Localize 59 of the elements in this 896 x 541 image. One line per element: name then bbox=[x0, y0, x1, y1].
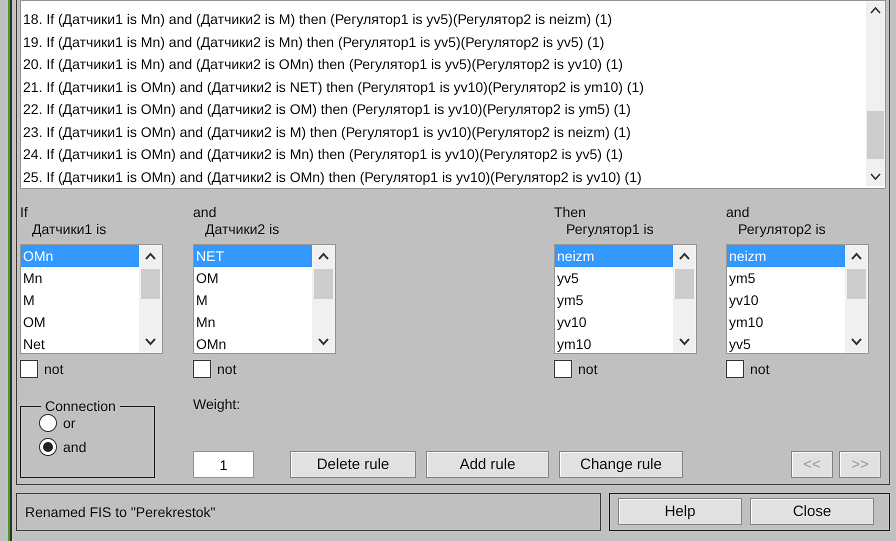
list-item[interactable]: ym5 bbox=[727, 267, 845, 289]
rule-button[interactable]: Add rule bbox=[426, 451, 549, 478]
list-item[interactable]: OMn bbox=[194, 333, 312, 353]
variable-label: Регулятор2 is bbox=[738, 221, 827, 238]
rule-row[interactable]: 20. If (Датчики1 is Mn) and (Датчики2 is OMn) then (Регулятор1 is yv5)(Регулятор2 is yv10) (1) bbox=[23, 53, 866, 76]
list-item[interactable]: OM bbox=[21, 311, 139, 333]
not-checkbox[interactable] bbox=[20, 360, 38, 378]
rule-row[interactable]: 23. If (Датчики1 is OMn) and (Датчики2 is M) then (Регулятор1 is yv10)(Регулятор2 is neizm) (1) bbox=[23, 120, 866, 143]
rule-row[interactable]: 21. If (Датчики1 is OMn) and (Датчики2 is NET) then (Регулятор1 is yv10)(Регулятор2 is ym10) (1) bbox=[23, 76, 866, 98]
column-header: Then bbox=[554, 204, 587, 221]
radio-button[interactable] bbox=[39, 438, 57, 456]
list-item[interactable]: yv10 bbox=[727, 289, 845, 311]
not-checkbox[interactable] bbox=[554, 360, 572, 378]
column-header: If bbox=[20, 204, 29, 221]
rules-list[interactable] bbox=[20, 0, 886, 189]
status-message: Renamed FIS to "Perekrestok" bbox=[16, 493, 601, 531]
scrollbar[interactable] bbox=[312, 245, 335, 353]
rule-row[interactable]: 25. If (Датчики1 is OMn) and (Датчики2 is OMn) then (Регулятор1 is yv10)(Регулятор2 is yv10) (1) bbox=[23, 166, 866, 188]
checkbox-label: not bbox=[44, 361, 64, 377]
scrollbar[interactable] bbox=[866, 1, 885, 186]
list-item[interactable]: yv10 bbox=[555, 311, 673, 333]
list-item[interactable]: Net bbox=[21, 333, 139, 353]
rule-row[interactable]: 18. If (Датчики1 is Mn) and (Датчики2 is M) then (Регулятор1 is yv5)(Регулятор2 is neizm) (1) bbox=[23, 8, 866, 30]
list-item[interactable]: M bbox=[21, 289, 139, 311]
column-header: and bbox=[193, 204, 218, 221]
footer-button[interactable]: Help bbox=[618, 498, 742, 525]
footer-button[interactable]: Close bbox=[750, 498, 874, 525]
variable-label: Регулятор1 is bbox=[566, 221, 655, 238]
rule-button[interactable]: Change rule bbox=[559, 451, 683, 478]
rule-row[interactable]: 22. If (Датчики1 is OMn) and (Датчики2 is OM) then (Регулятор1 is yv10)(Регулятор2 is ym5) (1) bbox=[23, 98, 866, 120]
radio-label: and bbox=[63, 439, 86, 455]
scrollbar[interactable] bbox=[139, 245, 162, 353]
list-item[interactable]: M bbox=[194, 289, 312, 311]
rule-row[interactable]: 19. If (Датчики1 is Mn) and (Датчики2 is Mn) then (Регулятор1 is yv5)(Регулятор2 is yv5) (1) bbox=[23, 30, 866, 53]
variable-label: Датчики1 is bbox=[32, 221, 108, 238]
rule-row[interactable]: 24. If (Датчики1 is OMn) and (Датчики2 is Mn) then (Регулятор1 is yv10)(Регулятор2 is yv5) (1) bbox=[23, 143, 866, 166]
list-item[interactable]: ym5 bbox=[555, 289, 673, 311]
scrollbar[interactable] bbox=[673, 245, 696, 353]
radio-label: or bbox=[63, 415, 76, 431]
checkbox-label: not bbox=[578, 361, 598, 377]
list-item[interactable]: OM bbox=[194, 267, 312, 289]
not-checkbox[interactable] bbox=[726, 360, 744, 378]
group-title: Connection bbox=[44, 398, 117, 414]
list-item[interactable]: Mn bbox=[21, 267, 139, 289]
checkbox-label: not bbox=[750, 361, 770, 377]
list-item[interactable]: yv5 bbox=[555, 267, 673, 289]
list-item[interactable]: yv5 bbox=[727, 333, 845, 353]
rule-button[interactable]: Delete rule bbox=[290, 451, 416, 478]
variable-label: Датчики2 is bbox=[205, 221, 280, 238]
weight-field[interactable]: 1 bbox=[193, 451, 254, 478]
list-item[interactable]: ym10 bbox=[555, 333, 673, 353]
scrollbar[interactable] bbox=[845, 245, 868, 353]
radio-button[interactable] bbox=[39, 414, 57, 432]
list-item[interactable]: ym10 bbox=[727, 311, 845, 333]
column-header: and bbox=[726, 204, 750, 221]
not-checkbox[interactable] bbox=[193, 360, 211, 378]
list-item[interactable]: Mn bbox=[194, 311, 312, 333]
checkbox-label: not bbox=[217, 361, 236, 377]
weight-label: Weight: bbox=[193, 396, 242, 412]
